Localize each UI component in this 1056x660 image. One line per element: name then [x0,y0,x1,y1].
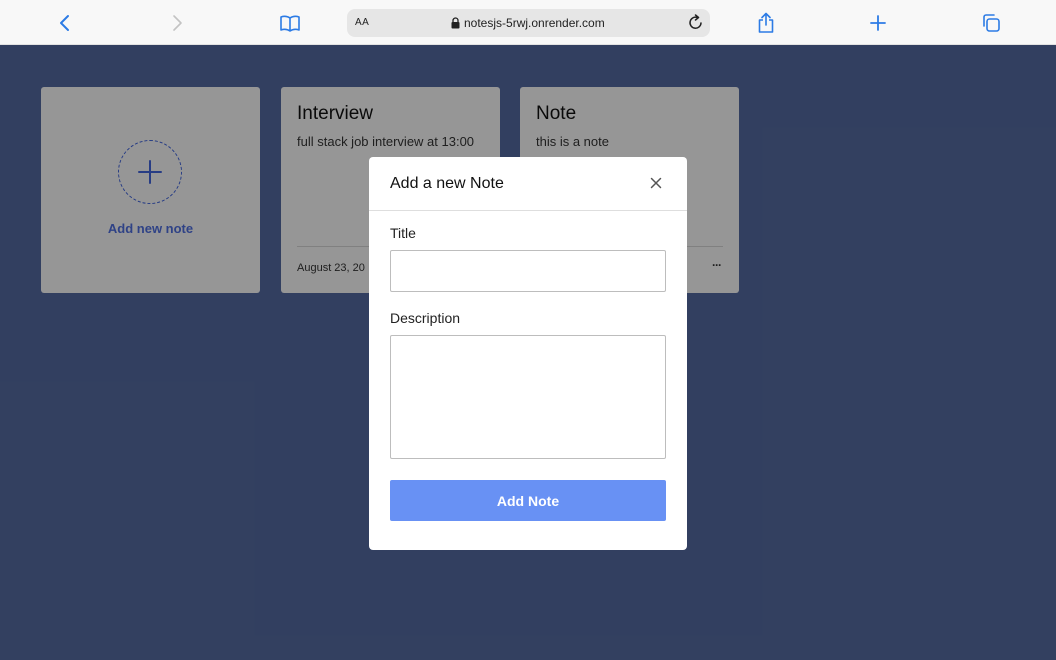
modal-title: Add a new Note [390,175,504,192]
lock-icon [451,17,460,29]
share-icon[interactable] [753,10,779,36]
tabs-icon[interactable] [978,10,1004,36]
title-label: Title [390,225,416,241]
bookmarks-icon[interactable] [277,10,303,36]
forward-icon[interactable] [164,10,190,36]
back-icon[interactable] [52,10,78,36]
address-bar[interactable]: AA notesjs-5rwj.onrender.com [347,9,710,37]
text-size-button[interactable]: AA [355,17,369,28]
description-label: Description [390,310,461,326]
add-note-modal: Add a new Note Title Description Add Not… [369,157,687,550]
url-text: notesjs-5rwj.onrender.com [464,16,605,30]
new-tab-icon[interactable] [865,10,891,36]
browser-toolbar: AA notesjs-5rwj.onrender.com [0,0,1056,45]
add-note-button[interactable]: Add Note [390,480,666,521]
description-input[interactable] [390,335,666,459]
modal-header: Add a new Note [369,157,687,211]
close-icon[interactable] [649,176,663,190]
title-input[interactable] [390,250,666,292]
reload-icon[interactable] [688,14,704,36]
